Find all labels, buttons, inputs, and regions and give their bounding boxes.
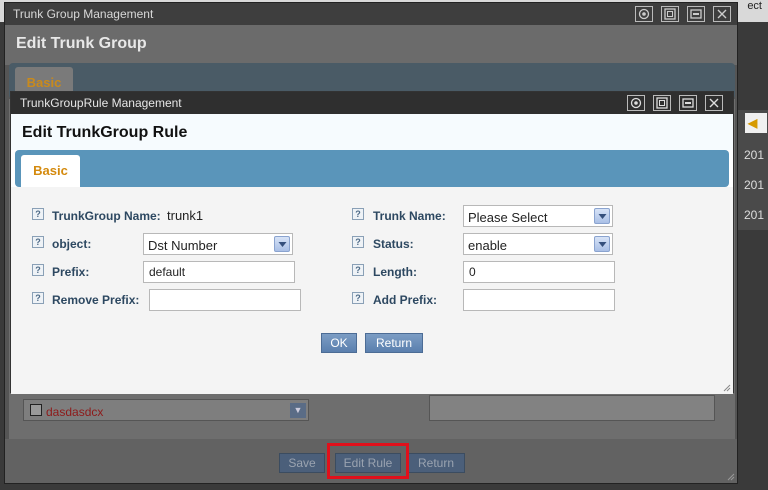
resize-grip-icon[interactable] bbox=[727, 473, 735, 481]
background-top-text: ect bbox=[747, 0, 762, 12]
minimize-icon bbox=[682, 98, 694, 108]
help-icon[interactable]: ? bbox=[352, 264, 364, 276]
trunkgroup-name-label: TrunkGroup Name: bbox=[52, 209, 161, 223]
background-date: 201 bbox=[744, 208, 765, 222]
rule-form: ? TrunkGroup Name: trunk1 ? Trunk Name: … bbox=[11, 187, 733, 394]
back-arrow-icon: ◀ bbox=[745, 113, 767, 133]
close-icon bbox=[709, 98, 719, 108]
status-select[interactable]: enable bbox=[463, 233, 613, 255]
outer-restore-button[interactable] bbox=[635, 6, 653, 22]
trunkgroup-rule-management-dialog: TrunkGroupRule Management Edit TrunkGrou… bbox=[10, 91, 734, 394]
outer-window-controls bbox=[635, 6, 731, 22]
inner-restore-button[interactable] bbox=[627, 95, 645, 111]
outer-list-select[interactable]: dasdasdcx ▼ bbox=[23, 399, 309, 421]
chevron-down-icon[interactable]: ▼ bbox=[290, 403, 306, 418]
object-selected: Dst Number bbox=[148, 238, 218, 253]
outer-dialog-title: Edit Trunk Group bbox=[16, 35, 147, 52]
edit-rule-highlight bbox=[327, 443, 409, 479]
inner-dialog-header: Edit TrunkGroup Rule bbox=[11, 114, 733, 150]
restore-icon bbox=[630, 97, 642, 109]
status-selected: enable bbox=[468, 238, 508, 253]
prefix-input[interactable] bbox=[143, 261, 295, 283]
remove-prefix-input[interactable] bbox=[149, 289, 301, 311]
help-icon[interactable]: ? bbox=[32, 236, 44, 248]
inner-dialog-window-title: TrunkGroupRule Management bbox=[20, 96, 182, 110]
inner-close-button[interactable] bbox=[705, 95, 723, 111]
resize-grip-icon[interactable] bbox=[723, 384, 731, 392]
restore-icon bbox=[638, 8, 650, 20]
save-button[interactable]: Save bbox=[279, 453, 325, 473]
help-icon[interactable]: ? bbox=[352, 208, 364, 220]
ok-button[interactable]: OK bbox=[321, 333, 357, 353]
inner-minimize-button[interactable] bbox=[679, 95, 697, 111]
inner-tab-basic[interactable]: Basic bbox=[21, 155, 80, 187]
add-prefix-label: Add Prefix: bbox=[373, 293, 438, 307]
object-select[interactable]: Dst Number bbox=[143, 233, 293, 255]
length-input[interactable] bbox=[463, 261, 615, 283]
inner-dialog-title: Edit TrunkGroup Rule bbox=[22, 124, 188, 141]
inner-window-controls bbox=[627, 95, 723, 111]
outer-dialog-titlebar[interactable]: Trunk Group Management bbox=[5, 3, 737, 25]
chevron-down-icon[interactable] bbox=[274, 236, 290, 252]
help-icon[interactable]: ? bbox=[32, 292, 44, 304]
help-icon[interactable]: ? bbox=[352, 292, 364, 304]
trunkgroup-name-value: trunk1 bbox=[167, 208, 204, 223]
status-label: Status: bbox=[373, 237, 414, 251]
prefix-label: Prefix: bbox=[52, 265, 90, 279]
help-icon[interactable]: ? bbox=[352, 236, 364, 248]
help-icon[interactable]: ? bbox=[32, 208, 44, 220]
inner-maximize-button[interactable] bbox=[653, 95, 671, 111]
background-date: 201 bbox=[744, 178, 765, 192]
outer-dialog-window-title: Trunk Group Management bbox=[13, 7, 154, 21]
remove-prefix-label: Remove Prefix: bbox=[52, 293, 140, 307]
outer-maximize-button[interactable] bbox=[661, 6, 679, 22]
object-label: object: bbox=[52, 237, 92, 251]
minimize-icon bbox=[690, 9, 702, 19]
inner-return-button[interactable]: Return bbox=[365, 333, 423, 353]
outer-minimize-button[interactable] bbox=[687, 6, 705, 22]
trunk-name-select[interactable]: Please Select bbox=[463, 205, 613, 227]
trunk-name-selected: Please Select bbox=[468, 210, 548, 225]
outer-dialog-header: Edit Trunk Group bbox=[5, 25, 737, 65]
trunk-name-label: Trunk Name: bbox=[373, 209, 446, 223]
list-item-label: dasdasdcx bbox=[46, 405, 104, 419]
maximize-icon bbox=[664, 8, 676, 20]
background-dates: 201 201 201 bbox=[744, 140, 768, 230]
add-prefix-input[interactable] bbox=[463, 289, 615, 311]
list-item-checkbox[interactable] bbox=[30, 404, 42, 416]
close-icon bbox=[717, 9, 727, 19]
outer-textarea[interactable] bbox=[429, 395, 715, 421]
help-icon[interactable]: ? bbox=[32, 264, 44, 276]
outer-return-button[interactable]: Return bbox=[407, 453, 465, 473]
chevron-down-icon[interactable] bbox=[594, 236, 610, 252]
maximize-icon bbox=[656, 97, 668, 109]
inner-tab-bar: Basic bbox=[15, 150, 729, 187]
background-date: 201 bbox=[744, 148, 765, 162]
chevron-down-icon[interactable] bbox=[594, 208, 610, 224]
outer-close-button[interactable] bbox=[713, 6, 731, 22]
length-label: Length: bbox=[373, 265, 417, 279]
inner-dialog-titlebar[interactable]: TrunkGroupRule Management bbox=[11, 92, 733, 114]
